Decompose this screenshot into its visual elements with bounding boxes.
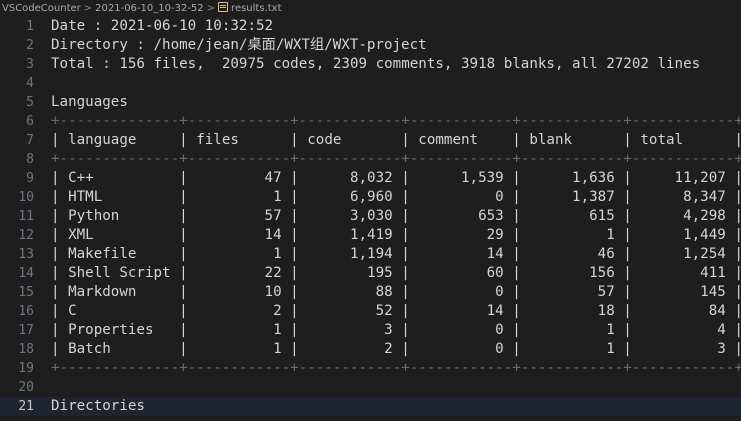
line-text [34, 74, 51, 93]
line-number: 21 [18, 399, 34, 414]
editor-line[interactable]: 3 Total : 156 files, 20975 codes, 2309 co… [0, 55, 741, 74]
line-text: | language | files | code | comment | bl… [51, 132, 741, 148]
line-number: 18 [18, 342, 34, 357]
line-text: | Properties | 1 | 3 | 0 | 1 | 4 | [51, 322, 741, 338]
line-number: 5 [26, 95, 34, 110]
breadcrumb: VSCodeCounter >2021-06-10_10-32-52 > result… [0, 0, 741, 17]
line-number: 3 [26, 57, 34, 72]
breadcrumb-separator: > [83, 3, 93, 14]
editor-line[interactable]: 5 Languages [0, 93, 741, 112]
line-number: 19 [18, 361, 34, 376]
line-text: Directory : /home/jean/桌面/WXT组/WXT-proje… [51, 37, 427, 53]
line-text: Directories [51, 398, 145, 414]
line-number: 9 [26, 171, 34, 186]
editor-line[interactable]: 4 [0, 74, 741, 93]
editor-line[interactable]: 1 Date : 2021-06-10 10:32:52 [0, 17, 741, 36]
line-number: 10 [18, 190, 34, 205]
line-number: 8 [26, 152, 34, 167]
line-text: | Python | 57 | 3,030 | 653 | 615 | 4,29… [51, 208, 741, 224]
editor-line[interactable]: 20 [0, 378, 741, 397]
editor-line[interactable]: 12 | XML | 14 | 1,419 | 29 | 1 | 1,449 | [0, 226, 741, 245]
editor-line[interactable]: 14 | Shell Script | 22 | 195 | 60 | 156 |… [0, 264, 741, 283]
editor-line[interactable]: 2 Directory : /home/jean/桌面/WXT组/WXT-proj… [0, 36, 741, 55]
line-number: 12 [18, 228, 34, 243]
line-number: 4 [26, 76, 34, 91]
editor-line[interactable]: 9 | C++ | 47 | 8,032 | 1,539 | 1,636 | 11… [0, 169, 741, 188]
line-number: 11 [18, 209, 34, 224]
line-text: | Shell Script | 22 | 195 | 60 | 156 | 4… [51, 265, 741, 281]
editor-line[interactable]: 10 | HTML | 1 | 6,960 | 0 | 1,387 | 8,347… [0, 188, 741, 207]
line-text: Date : 2021-06-10 10:32:52 [51, 18, 274, 34]
line-text: +--------------+------------+-----------… [51, 360, 741, 376]
editor-line[interactable]: 18 | Batch | 1 | 2 | 0 | 1 | 3 | [0, 340, 741, 359]
editor-line[interactable]: 11 | Python | 57 | 3,030 | 653 | 615 | 4,… [0, 207, 741, 226]
editor-line[interactable]: 13 | Makefile | 1 | 1,194 | 14 | 46 | 1,2… [0, 245, 741, 264]
line-number: 16 [18, 304, 34, 319]
line-number: 17 [18, 323, 34, 338]
line-number: 20 [18, 380, 34, 395]
editor-line[interactable]: 8 +--------------+------------+----------… [0, 150, 741, 169]
line-number: 13 [18, 247, 34, 262]
editor-line[interactable]: 21 Directories [0, 397, 741, 416]
editor-line[interactable]: 7 | language | files | code | comment | b… [0, 131, 741, 150]
line-text [34, 378, 51, 397]
line-text: | HTML | 1 | 6,960 | 0 | 1,387 | 8,347 | [51, 189, 741, 205]
breadcrumb-item-folder[interactable]: 2021-06-10_10-32-52 [95, 3, 204, 14]
editor-line[interactable]: 19 +--------------+------------+---------… [0, 359, 741, 378]
line-text: Total : 156 files, 20975 codes, 2309 com… [51, 56, 701, 72]
line-number: 14 [18, 266, 34, 281]
code-editor[interactable]: 1 Date : 2021-06-10 10:32:52 2 Directory : … [0, 17, 741, 416]
line-text: Languages [51, 94, 128, 110]
line-text: +--------------+------------+-----------… [51, 151, 741, 167]
line-text: | C | 2 | 52 | 14 | 18 | 84 | [51, 303, 741, 319]
line-text: +--------------+------------+-----------… [51, 113, 741, 129]
line-text: | C++ | 47 | 8,032 | 1,539 | 1,636 | 11,… [51, 170, 741, 186]
line-number: 15 [18, 285, 34, 300]
editor-line[interactable]: 17 | Properties | 1 | 3 | 0 | 1 | 4 | [0, 321, 741, 340]
line-number: 6 [26, 114, 34, 129]
line-text: | Markdown | 10 | 88 | 0 | 57 | 145 | [51, 284, 741, 300]
breadcrumb-item-file[interactable]: results.txt [231, 3, 281, 14]
breadcrumb-item-vscodecounter[interactable]: VSCodeCounter [2, 3, 81, 14]
editor-line[interactable]: 6 +--------------+------------+----------… [0, 112, 741, 131]
line-number: 7 [26, 133, 34, 148]
line-text: | Makefile | 1 | 1,194 | 14 | 46 | 1,254… [51, 246, 741, 262]
line-number: 1 [26, 19, 34, 34]
breadcrumb-separator: > [206, 3, 216, 14]
editor-line[interactable]: 16 | C | 2 | 52 | 14 | 18 | 84 | [0, 302, 741, 321]
text-file-icon [218, 2, 229, 12]
editor-line[interactable]: 15 | Markdown | 10 | 88 | 0 | 57 | 145 | [0, 283, 741, 302]
line-text: | Batch | 1 | 2 | 0 | 1 | 3 | [51, 341, 741, 357]
line-number: 2 [26, 38, 34, 53]
line-text: | XML | 14 | 1,419 | 29 | 1 | 1,449 | [51, 227, 741, 243]
